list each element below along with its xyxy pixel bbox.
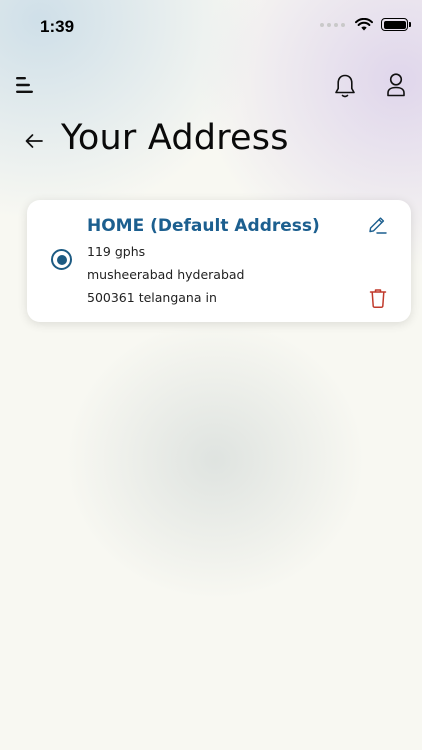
address-line-1: 119 gphs [87, 244, 146, 259]
user-icon [387, 73, 405, 97]
bell-icon [335, 74, 355, 98]
address-line-2: musheerabad hyderabad [87, 267, 245, 282]
address-radio[interactable] [51, 249, 72, 270]
address-card[interactable]: HOME (Default Address) 119 gphs musheera… [27, 200, 411, 322]
battery-icon [381, 18, 411, 31]
profile-button[interactable] [385, 72, 407, 98]
pencil-icon [369, 217, 387, 234]
edit-address-button[interactable] [367, 214, 389, 236]
status-icons [320, 18, 411, 31]
delete-address-button[interactable] [368, 287, 388, 309]
status-time: 1:39 [40, 17, 75, 36]
address-title: HOME (Default Address) [87, 216, 320, 236]
menu-icon [16, 77, 33, 93]
page-title: Your Address [61, 118, 289, 158]
wifi-icon [355, 18, 373, 31]
address-line-3: 500361 telangana in [87, 290, 217, 305]
trash-icon [369, 289, 387, 308]
signal-dots-icon [320, 22, 345, 27]
back-arrow-icon [25, 134, 43, 148]
notifications-button[interactable] [333, 73, 357, 99]
back-button[interactable] [24, 131, 44, 151]
radio-selected-dot [56, 254, 67, 265]
menu-button[interactable] [16, 76, 36, 94]
